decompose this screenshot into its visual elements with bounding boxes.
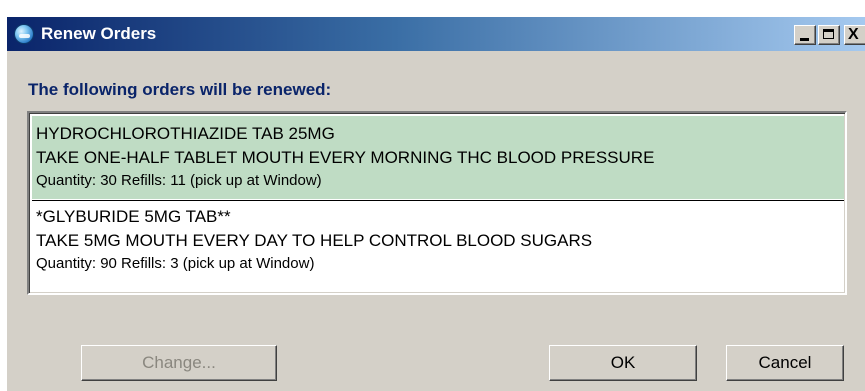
close-button[interactable]: X bbox=[844, 25, 865, 45]
order-item-hydrochlorothiazide[interactable]: HYDROCHLOROTHIAZIDE TAB 25MG TAKE ONE-HA… bbox=[32, 116, 844, 199]
order-name: HYDROCHLOROTHIAZIDE TAB 25MG bbox=[36, 124, 335, 143]
order-instructions: TAKE 5MG MOUTH EVERY DAY TO HELP CONTROL… bbox=[36, 231, 593, 250]
order-name: *GLYBURIDE 5MG TAB** bbox=[36, 207, 231, 226]
window-title: Renew Orders bbox=[41, 24, 157, 43]
dialog-heading: The following orders will be renewed: bbox=[28, 80, 332, 99]
maximize-icon bbox=[823, 29, 834, 39]
order-item-glyburide[interactable]: *GLYBURIDE 5MG TAB** TAKE 5MG MOUTH EVER… bbox=[32, 200, 844, 289]
app-globe-icon bbox=[14, 24, 34, 44]
order-details: Quantity: 30 Refills: 11 (pick up at Win… bbox=[36, 172, 322, 189]
order-instructions: TAKE ONE-HALF TABLET MOUTH EVERY MORNING… bbox=[36, 148, 655, 167]
order-details: Quantity: 90 Refills: 3 (pick up at Wind… bbox=[36, 255, 315, 272]
minimize-icon bbox=[800, 38, 809, 41]
renew-orders-dialog: Renew Orders X The following orders will… bbox=[6, 16, 865, 391]
ok-button[interactable]: OK bbox=[549, 345, 697, 381]
change-button[interactable]: Change... bbox=[81, 345, 277, 381]
title-bar[interactable]: Renew Orders X bbox=[7, 17, 865, 51]
close-icon: X bbox=[848, 26, 859, 43]
minimize-button[interactable] bbox=[794, 25, 816, 45]
maximize-button[interactable] bbox=[818, 25, 840, 45]
orders-list[interactable]: HYDROCHLOROTHIAZIDE TAB 25MG TAKE ONE-HA… bbox=[27, 111, 847, 295]
cancel-button[interactable]: Cancel bbox=[726, 345, 844, 381]
